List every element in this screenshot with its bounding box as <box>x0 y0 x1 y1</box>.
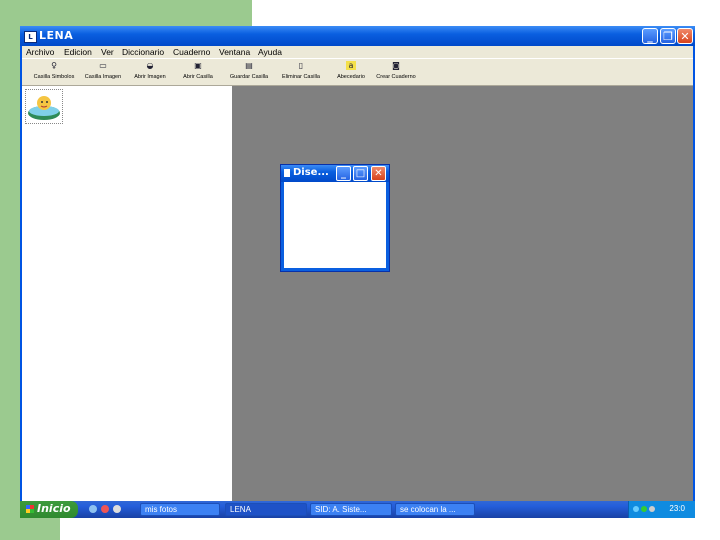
tool-label: Abrir Imagen <box>134 74 166 80</box>
design-child-window: Dise... _ □ ✕ <box>280 164 390 272</box>
tool-label: Crear Cuaderno <box>376 74 416 80</box>
tool-label: Eliminar Casilla <box>282 74 320 80</box>
delete-cell-icon: ▯ <box>298 61 304 70</box>
menu-diccionario[interactable]: Diccionario <box>122 46 164 58</box>
quick-launch-browser-icon[interactable] <box>89 505 97 513</box>
menu-ventana[interactable]: Ventana <box>219 46 250 58</box>
task-label: mis fotos <box>145 505 178 514</box>
task-mis-fotos[interactable]: mis fotos <box>140 503 220 516</box>
open-cell-button[interactable]: ▣ Abrir Casilla <box>178 61 218 85</box>
task-lena[interactable]: LENA <box>225 503 307 516</box>
tool-label: Casilla Imagen <box>84 74 122 80</box>
open-image-button[interactable]: ◒ Abrir Imagen <box>130 61 170 85</box>
cell-thumbnail[interactable] <box>25 89 63 124</box>
menu-archivo[interactable]: Archivo <box>26 46 54 58</box>
save-cell-icon: ▤ <box>245 61 253 70</box>
create-notebook-button[interactable]: ◙ Crear Cuaderno <box>374 61 418 85</box>
child-maximize-button[interactable]: □ <box>353 166 368 181</box>
task-label: LENA <box>230 505 251 514</box>
client-area: Dise... _ □ ✕ <box>22 86 693 501</box>
tool-label: Guardar Casilla <box>229 74 269 80</box>
tool-label: Abecedario <box>337 74 365 80</box>
windows-logo-icon <box>26 505 34 513</box>
child-close-button[interactable]: ✕ <box>371 166 386 181</box>
tool-label: Abrir Casilla <box>183 74 213 80</box>
slide-green-top <box>0 0 252 26</box>
minimize-button[interactable]: _ <box>642 28 658 44</box>
tray-status-icon[interactable] <box>641 506 647 512</box>
symbol-cell-button[interactable]: ♀ Casilla Simbolos <box>32 61 76 85</box>
child-minimize-button[interactable]: _ <box>336 166 351 181</box>
quick-launch-desktop-icon[interactable] <box>113 505 121 513</box>
system-tray: 23:0 <box>628 501 695 518</box>
open-image-icon: ◒ <box>146 61 154 70</box>
start-label: Inicio <box>37 502 71 515</box>
window-title: LENA <box>39 29 74 42</box>
mdi-workspace: Dise... _ □ ✕ <box>232 86 693 501</box>
quick-launch-media-icon[interactable] <box>101 505 109 513</box>
menu-ayuda[interactable]: Ayuda <box>258 46 282 58</box>
app-icon: L <box>24 31 37 43</box>
toolbar: ♀ Casilla Simbolos ▭ Casilla Imagen ◒ Ab… <box>22 58 693 86</box>
task-label: SID: A. Siste... <box>315 505 367 514</box>
alphabet-button[interactable]: a Abecedario <box>332 61 370 85</box>
open-cell-icon: ▣ <box>194 61 202 70</box>
pool-child-icon <box>28 96 60 120</box>
clock: 23:0 <box>669 504 685 513</box>
menu-bar: Archivo Edicion Ver Diccionario Cuaderno… <box>22 46 693 58</box>
start-button[interactable]: Inicio <box>20 501 78 518</box>
taskbar: Inicio mis fotos LENA SID: A. Siste... s… <box>20 501 695 518</box>
child-canvas[interactable] <box>284 182 386 268</box>
desktop-screenshot: L LENA _ ❐ ✕ Archivo Edicion Ver Diccion… <box>20 26 695 518</box>
task-sid[interactable]: SID: A. Siste... <box>310 503 392 516</box>
restore-button[interactable]: ❐ <box>660 28 676 44</box>
menu-edicion[interactable]: Edicion <box>64 46 92 58</box>
alphabet-icon: a <box>346 61 356 70</box>
image-cell-button[interactable]: ▭ Casilla Imagen <box>82 61 124 85</box>
create-notebook-icon: ◙ <box>392 61 400 70</box>
window-titlebar[interactable]: L LENA _ ❐ ✕ <box>20 26 695 46</box>
tray-network-icon[interactable] <box>633 506 639 512</box>
lena-window: L LENA _ ❐ ✕ Archivo Edicion Ver Diccion… <box>20 26 695 501</box>
delete-cell-button[interactable]: ▯ Eliminar Casilla <box>278 61 324 85</box>
cell-list-panel <box>22 86 232 501</box>
tool-label: Casilla Simbolos <box>33 74 75 80</box>
image-cell-icon: ▭ <box>99 61 107 70</box>
menu-cuaderno[interactable]: Cuaderno <box>173 46 210 58</box>
task-se-colocan[interactable]: se colocan la ... <box>395 503 475 516</box>
save-cell-button[interactable]: ▤ Guardar Casilla <box>226 61 272 85</box>
child-titlebar[interactable]: Dise... _ □ ✕ <box>281 165 389 182</box>
menu-ver[interactable]: Ver <box>101 46 114 58</box>
task-label: se colocan la ... <box>400 505 456 514</box>
close-button[interactable]: ✕ <box>677 28 693 44</box>
tray-volume-icon[interactable] <box>649 506 655 512</box>
child-app-icon <box>284 169 290 177</box>
symbol-cell-icon: ♀ <box>51 61 57 70</box>
child-title: Dise... <box>293 167 329 178</box>
